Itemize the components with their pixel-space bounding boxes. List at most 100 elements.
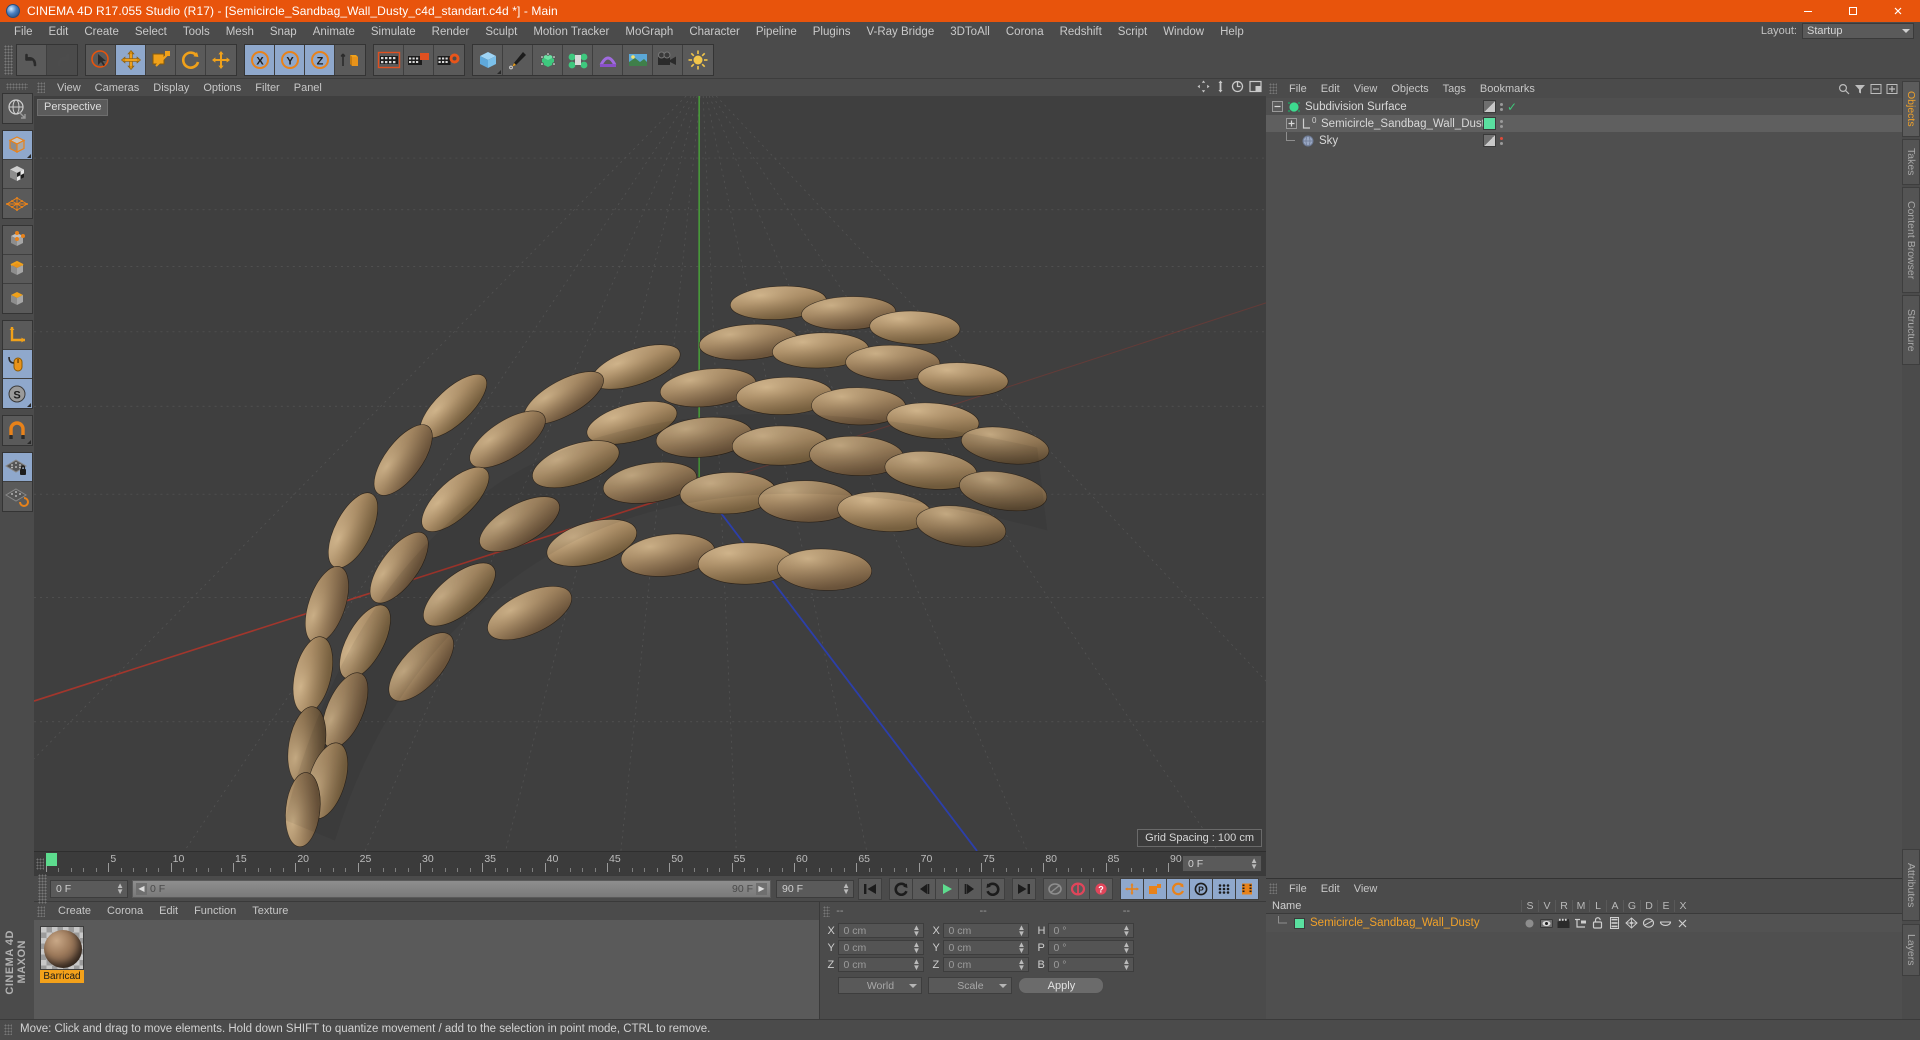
stepper-icon[interactable]: ▲ ▼ (1018, 940, 1026, 954)
go-to-end-icon[interactable] (1012, 877, 1036, 900)
menu-mesh[interactable]: Mesh (218, 22, 262, 41)
material-menu-function[interactable]: Function (186, 905, 244, 917)
visibility-dots-icon[interactable] (1500, 136, 1503, 145)
column-l[interactable]: L (1589, 899, 1606, 912)
render-clapper-icon[interactable] (1555, 917, 1572, 929)
current-frame-field[interactable]: 0 F ▲ ▼ (50, 879, 128, 898)
key-pla-icon[interactable] (1212, 877, 1236, 900)
material-manager-body[interactable]: Barricad (34, 920, 820, 1019)
om-menu-view[interactable]: View (1347, 83, 1385, 95)
axis-z-icon[interactable]: Z (305, 44, 335, 75)
column-a[interactable]: A (1606, 899, 1623, 912)
om-menu-tags[interactable]: Tags (1436, 83, 1473, 95)
mlp-menu-file[interactable]: File (1282, 883, 1314, 895)
left-toolbar-grip[interactable] (6, 83, 28, 90)
timeline-track[interactable]: 051015202530354045505560657075808590 (46, 852, 1182, 875)
mlp-menu-edit[interactable]: Edit (1314, 883, 1347, 895)
material-menu-create[interactable]: Create (50, 905, 99, 917)
viewport-menu-panel[interactable]: Panel (287, 82, 329, 94)
polygons-mode-icon[interactable] (2, 284, 32, 313)
object-manager-body[interactable]: Subdivision Surface ✓ 0 Semicircle_Sandb… (1266, 98, 1902, 878)
undo-icon[interactable] (17, 44, 47, 75)
menu-plugins[interactable]: Plugins (805, 22, 859, 41)
viewport-menu-filter[interactable]: Filter (248, 82, 286, 94)
menu-corona[interactable]: Corona (998, 22, 1052, 41)
mlp-menu-view[interactable]: View (1347, 883, 1385, 895)
display-tag-icon[interactable] (1483, 134, 1496, 147)
display-tag-icon[interactable] (1483, 100, 1496, 113)
menu-pipeline[interactable]: Pipeline (748, 22, 805, 41)
expander-minus-icon[interactable] (1272, 101, 1283, 112)
material-menu-edit[interactable]: Edit (151, 905, 186, 917)
deformer-icon[interactable] (1640, 917, 1657, 929)
go-to-start-icon[interactable] (858, 877, 882, 900)
object-row-semicircle-sandbag-wall-dusty[interactable]: 0 Semicircle_Sandbag_Wall_Dusty (1266, 115, 1902, 132)
key-position-icon[interactable] (1120, 877, 1144, 900)
preview-range-slider[interactable]: ◀ 0 F 90 F ▶ (132, 879, 771, 898)
timeline-frame-field[interactable]: 0 F ▲ ▼ (1182, 855, 1262, 872)
stepper-icon[interactable]: ▲ ▼ (1018, 923, 1026, 937)
maximize-icon[interactable] (1830, 0, 1875, 22)
viewport-header-grip[interactable] (37, 82, 45, 93)
rotate-icon[interactable] (176, 44, 206, 75)
texture-mode-icon[interactable] (2, 160, 32, 189)
enabled-check-icon[interactable]: ✓ (1507, 101, 1517, 113)
render-settings-icon[interactable] (434, 44, 464, 75)
menu-simulate[interactable]: Simulate (363, 22, 424, 41)
stepper-icon[interactable]: ▲ ▼ (913, 957, 921, 971)
object-row-subdivision-surface[interactable]: Subdivision Surface ✓ (1266, 98, 1902, 115)
rot-p-field[interactable]: 0 ° ▲ ▼ (1048, 940, 1135, 955)
transport-grip[interactable] (38, 873, 47, 904)
coordinates-grip[interactable] (823, 905, 831, 917)
axis-y-icon[interactable]: Y (275, 44, 305, 75)
stepper-icon[interactable]: ▲ ▼ (1250, 856, 1258, 870)
next-frame-icon[interactable] (958, 877, 982, 900)
menu-script[interactable]: Script (1110, 22, 1155, 41)
points-mode-icon[interactable] (2, 226, 32, 255)
visibility-dots-icon[interactable] (1500, 119, 1503, 128)
viewport-menu-cameras[interactable]: Cameras (88, 82, 147, 94)
material-tag-icon[interactable] (1483, 117, 1496, 130)
column-v[interactable]: V (1538, 899, 1555, 912)
object-row-sky[interactable]: Sky (1266, 132, 1902, 149)
menu-help[interactable]: Help (1212, 22, 1252, 41)
menu-3dtoall[interactable]: 3DToAll (942, 22, 998, 41)
spline-pen-icon[interactable] (503, 44, 533, 75)
scale-icon[interactable] (146, 44, 176, 75)
size-y-field[interactable]: 0 cm ▲ ▼ (943, 940, 1030, 955)
key-parameter-icon[interactable]: P (1189, 877, 1213, 900)
menu-redshift[interactable]: Redshift (1052, 22, 1110, 41)
redo-icon[interactable] (47, 44, 77, 75)
menu-vray-bridge[interactable]: V-Ray Bridge (858, 22, 942, 41)
coordinate-mode-select[interactable]: Scale (928, 977, 1013, 994)
play-reverse-icon[interactable] (889, 877, 913, 900)
stepper-icon[interactable]: ▲ ▼ (913, 923, 921, 937)
tab-layers[interactable]: Layers (1902, 924, 1920, 976)
material-list-row[interactable]: Semicircle_Sandbag_Wall_Dusty (1266, 914, 1902, 932)
menu-motion-tracker[interactable]: Motion Tracker (525, 22, 617, 41)
camera-icon[interactable] (653, 44, 683, 75)
timeline-toggle-icon[interactable] (1235, 877, 1259, 900)
toolbar-grip[interactable] (4, 44, 13, 75)
tab-content-browser[interactable]: Content Browser (1902, 187, 1920, 293)
column-e[interactable]: E (1657, 899, 1674, 912)
pos-x-field[interactable]: 0 cm ▲ ▼ (838, 923, 925, 938)
minimize-icon[interactable] (1785, 0, 1830, 22)
material-manager-grip[interactable] (37, 905, 45, 917)
pos-z-field[interactable]: 0 cm ▲ ▼ (838, 957, 925, 972)
menu-edit[interactable]: Edit (41, 22, 77, 41)
solo-dot-icon[interactable] (1521, 917, 1538, 929)
timeline-playhead[interactable] (46, 853, 57, 866)
layer-icon[interactable] (1572, 917, 1589, 929)
viewport-solo-icon[interactable] (2, 350, 32, 379)
column-s[interactable]: S (1521, 899, 1538, 912)
viewport-menu-options[interactable]: Options (196, 82, 248, 94)
key-scale-icon[interactable] (1143, 877, 1167, 900)
material-menu-texture[interactable]: Texture (244, 905, 296, 917)
menu-create[interactable]: Create (76, 22, 127, 41)
stepper-icon[interactable]: ▲ ▼ (1018, 957, 1026, 971)
column-r[interactable]: R (1555, 899, 1572, 912)
menu-file[interactable]: File (6, 22, 41, 41)
render-to-picture-viewer-icon[interactable] (404, 44, 434, 75)
workplane-lock-icon[interactable] (2, 453, 32, 482)
